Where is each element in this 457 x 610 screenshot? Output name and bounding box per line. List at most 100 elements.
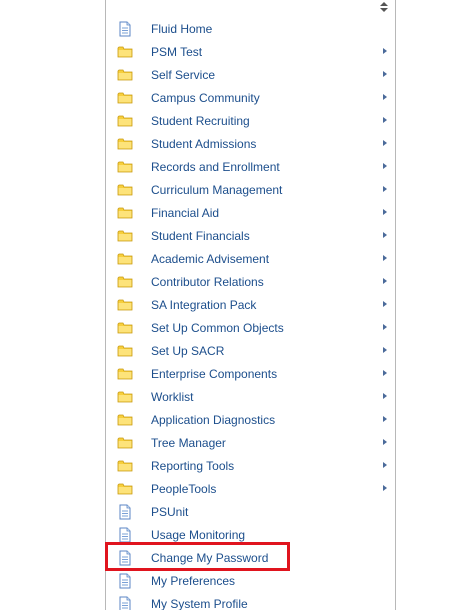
menu-item-contributor-relations[interactable]: Contributor Relations <box>106 270 395 293</box>
folder-icon <box>117 44 133 60</box>
submenu-arrow-icon <box>383 140 387 146</box>
navigation-menu-panel: Fluid Home PSM Test Self Service Campus Com… <box>105 0 396 610</box>
submenu-arrow-icon <box>383 48 387 54</box>
folder-icon <box>117 251 133 267</box>
submenu-arrow-icon <box>383 278 387 284</box>
menu-item-set-up-common-objects[interactable]: Set Up Common Objects <box>106 316 395 339</box>
folder-icon <box>117 159 133 175</box>
menu-item-psm-test[interactable]: PSM Test <box>106 40 395 63</box>
menu-item-set-up-sacr[interactable]: Set Up SACR <box>106 339 395 362</box>
submenu-arrow-icon <box>383 370 387 376</box>
menu-item-label: Application Diagnostics <box>151 413 276 427</box>
submenu-arrow-icon <box>383 393 387 399</box>
submenu-arrow-icon <box>383 71 387 77</box>
folder-icon <box>117 67 133 83</box>
menu-item-label: Fluid Home <box>151 22 213 36</box>
menu-item-label: Worklist <box>151 390 194 404</box>
menu-item-academic-advisement[interactable]: Academic Advisement <box>106 247 395 270</box>
menu-item-label: Set Up Common Objects <box>151 321 284 335</box>
submenu-arrow-icon <box>383 117 387 123</box>
folder-icon <box>117 389 133 405</box>
menu-item-label: Records and Enrollment <box>151 160 280 174</box>
menu-item-student-recruiting[interactable]: Student Recruiting <box>106 109 395 132</box>
page-icon <box>117 504 133 520</box>
menu-item-student-admissions[interactable]: Student Admissions <box>106 132 395 155</box>
folder-icon <box>117 366 133 382</box>
folder-icon <box>117 228 133 244</box>
folder-icon <box>117 343 133 359</box>
menu-item-self-service[interactable]: Self Service <box>106 63 395 86</box>
menu-item-label: Usage Monitoring <box>151 528 246 542</box>
menu-item-sa-integration-pack[interactable]: SA Integration Pack <box>106 293 395 316</box>
menu-item-financial-aid[interactable]: Financial Aid <box>106 201 395 224</box>
submenu-arrow-icon <box>383 186 387 192</box>
menu-item-label: Campus Community <box>151 91 260 105</box>
folder-icon <box>117 136 133 152</box>
folder-icon <box>117 113 133 129</box>
menu-item-label: Student Financials <box>151 229 250 243</box>
submenu-arrow-icon <box>383 209 387 215</box>
submenu-arrow-icon <box>383 94 387 100</box>
menu-item-psunit[interactable]: PSUnit <box>106 500 395 523</box>
menu-list: Fluid Home PSM Test Self Service Campus Com… <box>106 17 395 610</box>
menu-item-label: My System Profile <box>151 597 248 610</box>
menu-item-label: Contributor Relations <box>151 275 264 289</box>
scroll-updown-icon[interactable] <box>379 1 389 13</box>
submenu-arrow-icon <box>383 347 387 353</box>
menu-item-fluid-home[interactable]: Fluid Home <box>106 17 395 40</box>
menu-item-label: Self Service <box>151 68 216 82</box>
menu-item-application-diagnostics[interactable]: Application Diagnostics <box>106 408 395 431</box>
folder-icon <box>117 435 133 451</box>
submenu-arrow-icon <box>383 324 387 330</box>
menu-item-student-financials[interactable]: Student Financials <box>106 224 395 247</box>
page-icon <box>117 573 133 589</box>
folder-icon <box>117 481 133 497</box>
menu-item-label: Academic Advisement <box>151 252 270 266</box>
menu-item-label: My Preferences <box>151 574 236 588</box>
menu-item-reporting-tools[interactable]: Reporting Tools <box>106 454 395 477</box>
submenu-arrow-icon <box>383 232 387 238</box>
menu-item-label: Set Up SACR <box>151 344 225 358</box>
menu-item-label: Tree Manager <box>151 436 226 450</box>
submenu-arrow-icon <box>383 301 387 307</box>
page-icon <box>117 527 133 543</box>
menu-item-my-preferences[interactable]: My Preferences <box>106 569 395 592</box>
folder-icon <box>117 205 133 221</box>
menu-item-my-system-profile[interactable]: My System Profile <box>106 592 395 610</box>
folder-icon <box>117 320 133 336</box>
menu-item-usage-monitoring[interactable]: Usage Monitoring <box>106 523 395 546</box>
menu-item-records-and-enrollment[interactable]: Records and Enrollment <box>106 155 395 178</box>
submenu-arrow-icon <box>383 462 387 468</box>
menu-item-label: SA Integration Pack <box>151 298 257 312</box>
submenu-arrow-icon <box>383 439 387 445</box>
menu-item-label: Student Recruiting <box>151 114 250 128</box>
menu-item-curriculum-management[interactable]: Curriculum Management <box>106 178 395 201</box>
folder-icon <box>117 412 133 428</box>
submenu-arrow-icon <box>383 163 387 169</box>
menu-item-label: Student Admissions <box>151 137 257 151</box>
submenu-arrow-icon <box>383 416 387 422</box>
menu-item-label: PSM Test <box>151 45 203 59</box>
folder-icon <box>117 458 133 474</box>
menu-item-campus-community[interactable]: Campus Community <box>106 86 395 109</box>
submenu-arrow-icon <box>383 255 387 261</box>
menu-item-label: PSUnit <box>151 505 189 519</box>
submenu-arrow-icon <box>383 485 387 491</box>
page-icon <box>117 21 133 37</box>
menu-item-label: Enterprise Components <box>151 367 278 381</box>
page-icon <box>117 550 133 566</box>
menu-item-label: Curriculum Management <box>151 183 283 197</box>
menu-item-worklist[interactable]: Worklist <box>106 385 395 408</box>
menu-item-label: PeopleTools <box>151 482 217 496</box>
menu-item-label: Reporting Tools <box>151 459 235 473</box>
menu-item-tree-manager[interactable]: Tree Manager <box>106 431 395 454</box>
menu-item-label: Financial Aid <box>151 206 220 220</box>
folder-icon <box>117 274 133 290</box>
menu-item-change-my-password[interactable]: Change My Password <box>106 546 395 569</box>
menu-item-peopletools[interactable]: PeopleTools <box>106 477 395 500</box>
menu-item-enterprise-components[interactable]: Enterprise Components <box>106 362 395 385</box>
folder-icon <box>117 297 133 313</box>
page-icon <box>117 596 133 610</box>
folder-icon <box>117 182 133 198</box>
folder-icon <box>117 90 133 106</box>
